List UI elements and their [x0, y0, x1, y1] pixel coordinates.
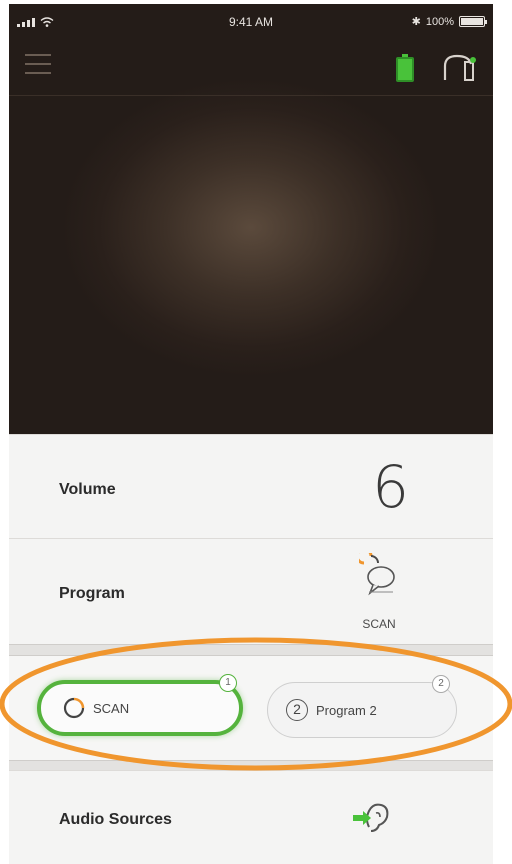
program-label: Program [59, 585, 125, 602]
program-selector: SCAN 1 2 Program 2 2 [9, 656, 493, 760]
status-right: ✱ 100% [411, 15, 487, 28]
audio-sources-label: Audio Sources [59, 811, 172, 828]
slot-badge: 2 [432, 675, 450, 693]
volume-row[interactable]: Volume 6 [9, 434, 493, 538]
program-row[interactable]: Program SCAN [9, 538, 493, 644]
status-bar: 9:41 AM ✱ 100% [9, 4, 493, 38]
program-button-label: Program 2 [316, 702, 377, 718]
volume-label: Volume [59, 481, 116, 498]
speech-bubble-icon [359, 553, 395, 596]
hearing-aid-icon[interactable] [441, 52, 477, 84]
battery-percent: 100% [425, 15, 454, 28]
section-divider [9, 760, 493, 770]
app-toolbar [9, 48, 493, 96]
scan-ring-icon [63, 697, 85, 719]
program-current: SCAN [362, 617, 396, 631]
slot-badge: 1 [219, 674, 237, 692]
bluetooth-icon: ✱ [411, 16, 421, 28]
battery-icon[interactable] [396, 54, 414, 82]
phone-battery-icon [459, 16, 487, 27]
section-divider [9, 644, 493, 656]
ear-stream-icon [353, 803, 389, 832]
volume-value: 6 [372, 453, 409, 521]
audio-sources-row[interactable]: Audio Sources [9, 770, 493, 864]
hamburger-icon[interactable] [25, 54, 51, 76]
program-button-label: SCAN [93, 700, 130, 716]
app-screen: 9:41 AM ✱ 100% Volume 6 Program SCAN SCA… [9, 4, 493, 864]
ambient-header: 9:41 AM ✱ 100% [9, 4, 493, 434]
program-button-program-2[interactable]: 2 Program 2 2 [267, 675, 457, 738]
program-number-icon: 2 [286, 699, 308, 721]
program-button-scan[interactable]: SCAN 1 [37, 674, 243, 736]
